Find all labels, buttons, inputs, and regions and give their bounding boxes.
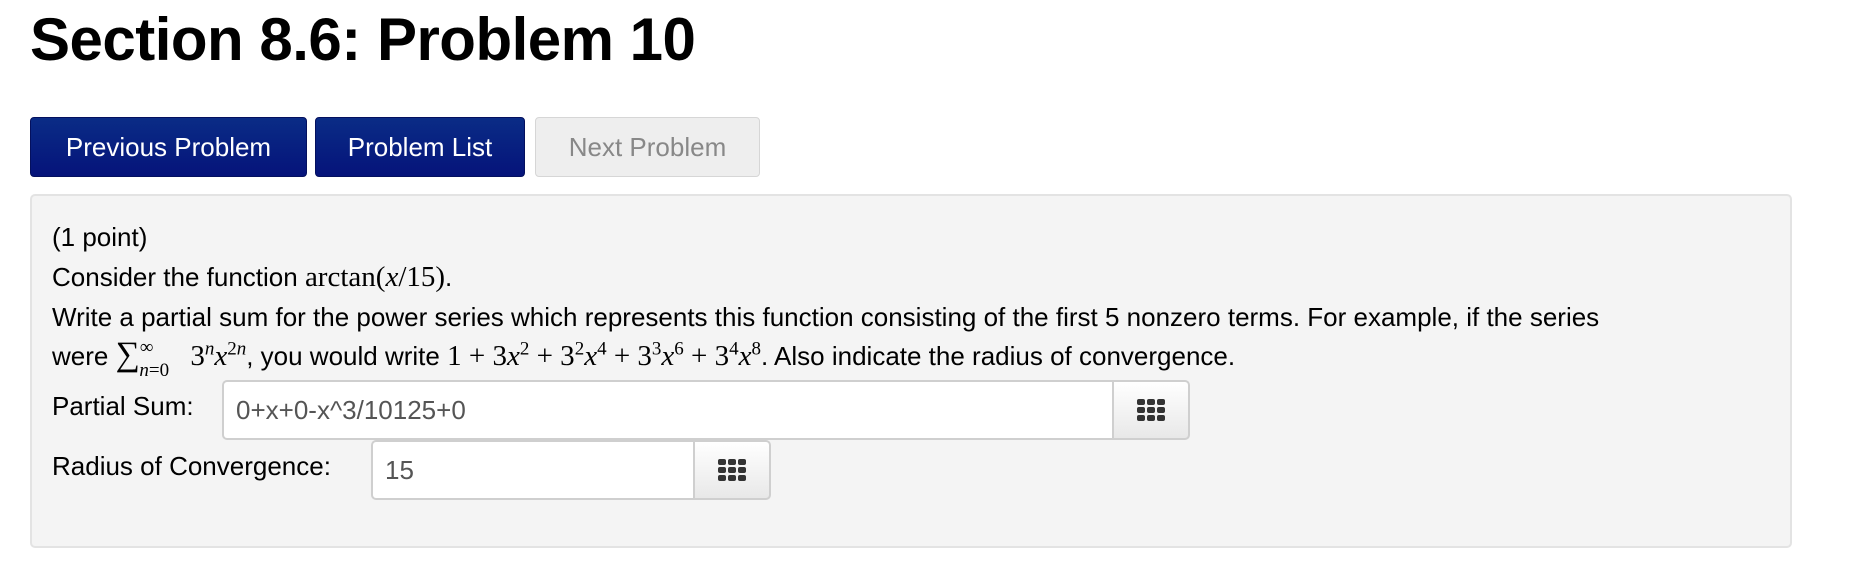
sum-symbol: ∑: [115, 336, 140, 373]
radius-label: Radius of Convergence:: [52, 451, 331, 481]
problem-list-button[interactable]: Problem List: [315, 117, 525, 177]
instruction-text: Write a partial sum for the power series…: [52, 302, 1600, 332]
example-expansion: 1 + 3x2 + 32x4 + 33x6 + 34x8: [447, 338, 762, 372]
function-math: arctan(x/15): [304, 261, 446, 293]
radius-equation-editor-button[interactable]: [693, 440, 771, 500]
partial-sum-input[interactable]: 0+x+0-x^3/10125+0: [222, 380, 1112, 440]
intro-text: Consider the function: [52, 262, 305, 292]
radius-input[interactable]: 15: [371, 440, 693, 500]
problem-panel: (1 point) Consider the function arctan(x…: [30, 194, 1792, 548]
grid-icon: [1137, 399, 1165, 421]
partial-sum-equation-editor-button[interactable]: [1112, 380, 1190, 440]
sum-limits: ∞n=0: [139, 336, 170, 382]
previous-problem-button[interactable]: Previous Problem: [30, 117, 307, 177]
function-statement: Consider the function arctan(x/15).: [52, 261, 453, 293]
points-label: (1 point): [52, 222, 148, 252]
example-series: 3nx2n: [183, 338, 247, 372]
grid-icon: [718, 459, 746, 481]
next-problem-button[interactable]: Next Problem: [535, 117, 760, 177]
partial-sum-label: Partial Sum:: [52, 391, 194, 421]
page-title: Section 8.6: Problem 10: [30, 6, 696, 73]
example-text: were ∑∞n=0 3nx2n, you would write 1 + 3x…: [52, 336, 1236, 382]
